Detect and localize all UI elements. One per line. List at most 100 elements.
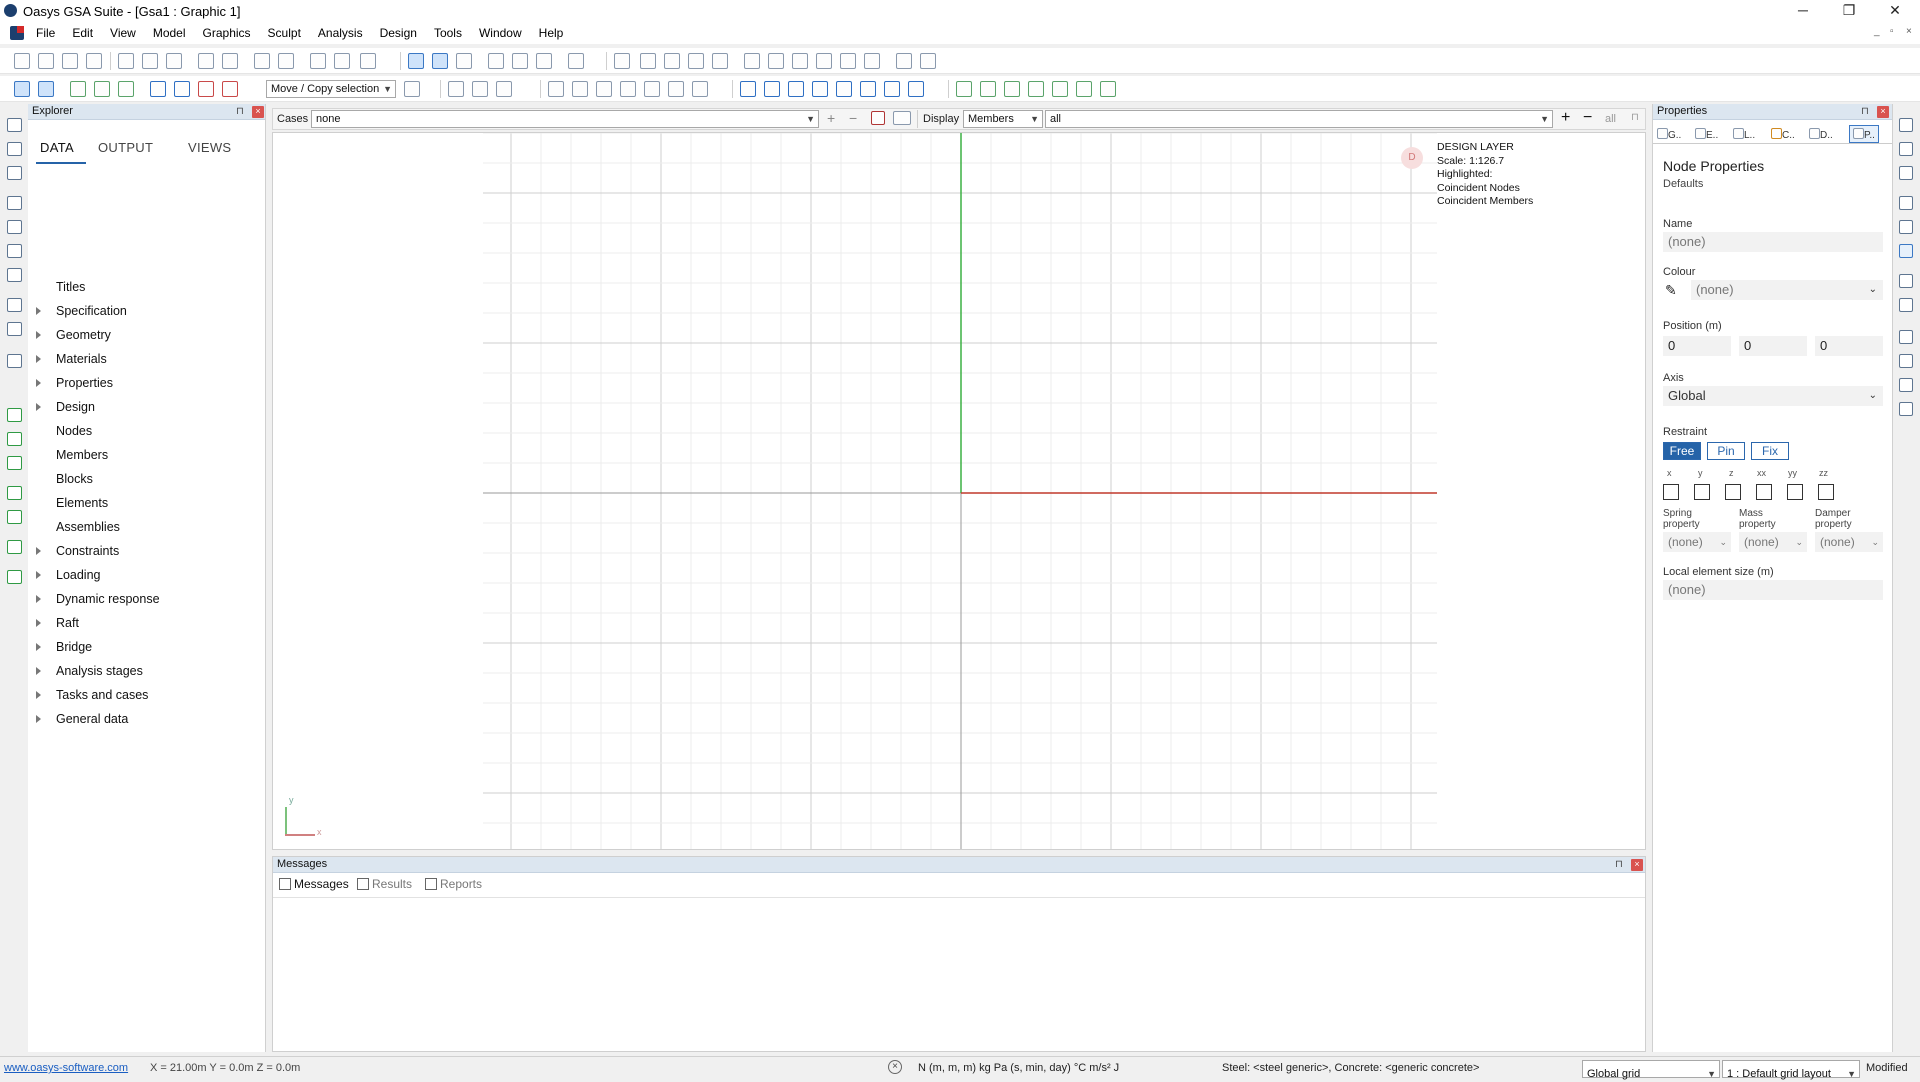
tag-tool-icon[interactable]	[7, 298, 22, 312]
print-icon[interactable]	[198, 53, 214, 69]
tab-diagrams[interactable]: D..	[1809, 127, 1833, 141]
node-settings-icon[interactable]	[1899, 244, 1913, 258]
units-icon[interactable]	[768, 53, 784, 69]
rotate-tool-icon[interactable]	[7, 408, 22, 422]
beam-icon[interactable]	[644, 81, 660, 97]
mass-property-dropdown[interactable]: (none) ⌄	[1739, 532, 1807, 552]
check-member-icon[interactable]	[956, 81, 972, 97]
dof-x-checkbox[interactable]	[1663, 484, 1679, 500]
chevron-right-icon[interactable]	[36, 379, 41, 387]
precision-icon[interactable]	[792, 53, 808, 69]
mdi-minimize-button[interactable]: _	[1874, 26, 1880, 37]
cursor-icon[interactable]	[864, 53, 880, 69]
tree-item[interactable]: Raft	[28, 616, 258, 636]
paste-icon[interactable]	[166, 53, 182, 69]
tree-item[interactable]: Bridge	[28, 640, 258, 660]
chevron-right-icon[interactable]	[36, 619, 41, 627]
lock-tool-icon[interactable]	[7, 322, 22, 336]
tree-item[interactable]: Properties	[28, 376, 258, 396]
back-icon[interactable]	[310, 53, 326, 69]
area-load-icon[interactable]	[860, 81, 876, 97]
menu-window[interactable]: Window	[479, 26, 522, 40]
sum-add-icon[interactable]	[512, 53, 528, 69]
tree-item[interactable]: Materials	[28, 352, 258, 372]
messages-pin-icon[interactable]: ⊓	[1615, 859, 1623, 870]
menu-tools[interactable]: Tools	[434, 26, 462, 40]
print-preview-icon[interactable]	[222, 53, 238, 69]
check-design-icon[interactable]	[1052, 81, 1068, 97]
tree-item[interactable]: Members	[28, 448, 258, 468]
dof-yy-checkbox[interactable]	[1787, 484, 1803, 500]
position-y-field[interactable]: 0	[1739, 336, 1807, 356]
curve-icon[interactable]	[496, 81, 512, 97]
tree-item[interactable]: Titles	[28, 280, 258, 300]
check-grid-icon[interactable]	[1004, 81, 1020, 97]
close-button[interactable]: ✕	[1872, 0, 1918, 22]
member-settings-icon[interactable]	[1899, 166, 1913, 180]
menu-graphics[interactable]: Graphics	[203, 26, 251, 40]
tree-item[interactable]: Blocks	[28, 472, 258, 492]
cube-view-icon[interactable]	[7, 456, 22, 470]
printer-settings-icon[interactable]	[1899, 220, 1913, 234]
analysis-icon[interactable]	[568, 53, 584, 69]
select-member-icon[interactable]	[150, 81, 166, 97]
restore-button[interactable]: ❐	[1826, 0, 1872, 22]
tree-item[interactable]: Specification	[28, 304, 258, 324]
all-button[interactable]: all	[1605, 113, 1616, 125]
divide-icon[interactable]	[1899, 402, 1913, 416]
menu-help[interactable]: Help	[539, 26, 564, 40]
cases-dropdown[interactable]: none ▼	[311, 110, 819, 128]
offset-icon[interactable]	[668, 81, 684, 97]
pin-icon[interactable]: ⊓	[236, 106, 244, 117]
box-tool-icon[interactable]	[7, 244, 22, 258]
layout-icon[interactable]	[920, 53, 936, 69]
damper-property-dropdown[interactable]: (none) ⌄	[1815, 532, 1883, 552]
graphics-view[interactable]: D DESIGN LAYER Scale: 1:126.7 Highlighte…	[272, 132, 1646, 850]
analysis-settings-icon[interactable]	[1899, 298, 1913, 312]
menu-edit[interactable]: Edit	[72, 26, 93, 40]
tree-item[interactable]: Design	[28, 400, 258, 420]
menu-sculpt[interactable]: Sculpt	[268, 26, 301, 40]
tab-data[interactable]: DATA	[40, 140, 74, 155]
connect-icon[interactable]	[1899, 118, 1913, 132]
tab-messages[interactable]: Messages	[279, 877, 349, 891]
filter-dropdown[interactable]: all ▼	[1045, 110, 1553, 128]
split-icon[interactable]	[198, 81, 214, 97]
slope-icon[interactable]	[692, 81, 708, 97]
zoom-node-icon[interactable]	[94, 81, 110, 97]
check-load-icon[interactable]	[1028, 81, 1044, 97]
grid-dropdown[interactable]: Global grid ▼	[1582, 1060, 1720, 1080]
dof-z-checkbox[interactable]	[1725, 484, 1741, 500]
axis-view-icon[interactable]	[7, 510, 22, 524]
dof-zz-checkbox[interactable]	[1818, 484, 1834, 500]
move-icon[interactable]	[1899, 330, 1913, 344]
colour-eyedropper-icon[interactable]: ✎	[1665, 282, 1681, 298]
hammer-icon[interactable]	[640, 53, 656, 69]
menu-view[interactable]: View	[110, 26, 136, 40]
axis-dropdown[interactable]: Global ⌄	[1663, 386, 1883, 406]
explorer-close-icon[interactable]: ×	[252, 106, 264, 118]
line-icon[interactable]	[448, 81, 464, 97]
tree-item[interactable]: Assemblies	[28, 520, 258, 540]
frame-settings-icon[interactable]	[1899, 196, 1913, 210]
chevron-right-icon[interactable]	[36, 715, 41, 723]
settings-load-icon[interactable]	[884, 81, 900, 97]
messages-close-icon[interactable]: ×	[1631, 859, 1643, 871]
properties-close-icon[interactable]: ×	[1877, 106, 1889, 118]
tab-general[interactable]: G..	[1657, 127, 1681, 141]
new-file-icon[interactable]	[14, 53, 30, 69]
load-down-icon[interactable]	[764, 81, 780, 97]
open-file-icon[interactable]	[38, 53, 54, 69]
save-icon[interactable]	[86, 53, 102, 69]
magic-wand-icon[interactable]	[614, 53, 630, 69]
tab-elements[interactable]: E..	[1695, 127, 1718, 141]
chevron-right-icon[interactable]	[36, 547, 41, 555]
copy-icon[interactable]	[142, 53, 158, 69]
website-link[interactable]: www.oasys-software.com	[4, 1062, 128, 1074]
tree-item[interactable]: Dynamic response	[28, 592, 258, 612]
zoom-out-button[interactable]: −	[1583, 109, 1592, 127]
spring-property-dropdown[interactable]: (none) ⌄	[1663, 532, 1731, 552]
function-icon[interactable]	[688, 53, 704, 69]
wizard-icon[interactable]	[360, 53, 376, 69]
dof-y-checkbox[interactable]	[1694, 484, 1710, 500]
